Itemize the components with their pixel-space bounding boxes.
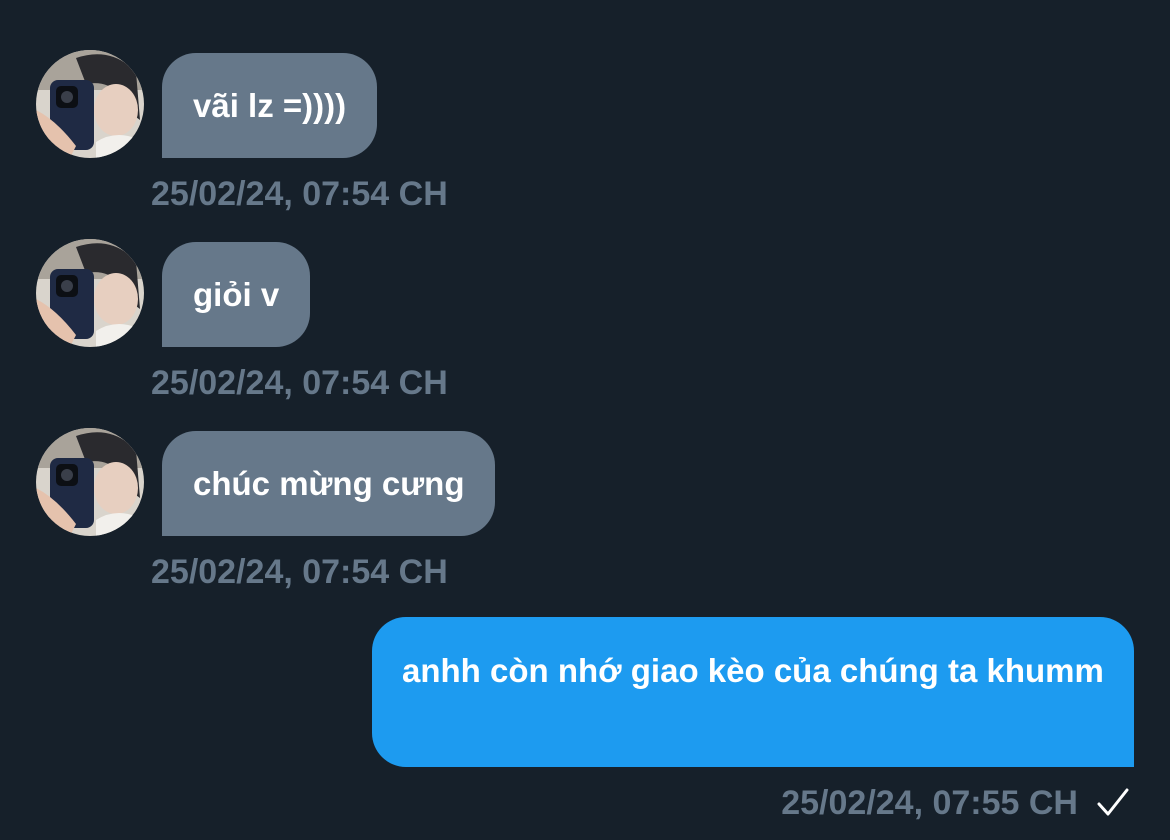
check-icon bbox=[1097, 788, 1129, 816]
message-bubble-outgoing[interactable]: anhh còn nhớ giao kèo của chúng ta khumm bbox=[372, 617, 1134, 767]
message-text: chúc mừng cưng bbox=[193, 465, 465, 502]
avatar[interactable] bbox=[36, 239, 144, 347]
message-text: anhh còn nhớ giao kèo của chúng ta khumm bbox=[402, 652, 1104, 689]
message-bubble-incoming[interactable]: chúc mừng cưng bbox=[162, 431, 496, 536]
message-timestamp: 25/02/24, 07:55 CH bbox=[781, 784, 1078, 822]
message-bubble-incoming[interactable]: vãi lz =)))) bbox=[162, 53, 378, 158]
message-timestamp: 25/02/24, 07:54 CH bbox=[151, 553, 448, 591]
message-text: giỏi v bbox=[193, 276, 280, 313]
message-timestamp: 25/02/24, 07:54 CH bbox=[151, 175, 448, 213]
message-text: vãi lz =)))) bbox=[193, 87, 347, 124]
avatar[interactable] bbox=[36, 50, 144, 158]
message-timestamp: 25/02/24, 07:54 CH bbox=[151, 364, 448, 402]
avatar[interactable] bbox=[36, 428, 144, 536]
message-bubble-incoming[interactable]: giỏi v bbox=[162, 242, 311, 347]
conversation-thread: vãi lz =)))) 25/02/24, 07:54 CH giỏi v 2… bbox=[0, 0, 1170, 840]
